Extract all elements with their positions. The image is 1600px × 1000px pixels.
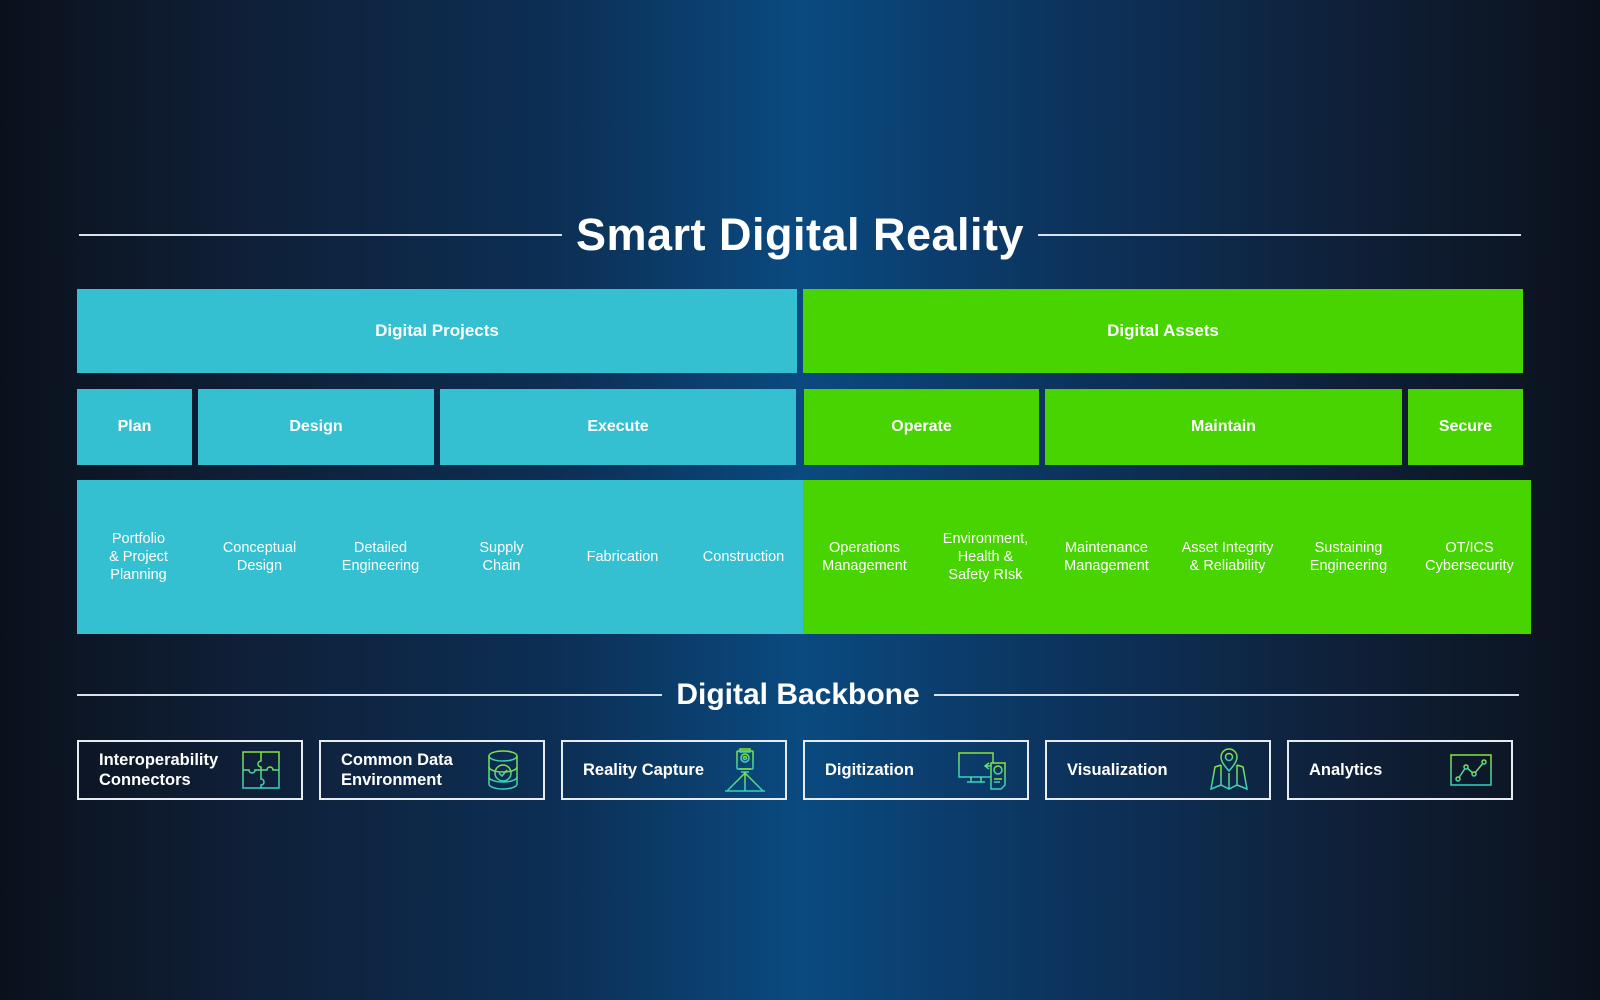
item-asset-integrity-reliability[interactable]: Asset Integrity & Reliability <box>1166 480 1289 634</box>
phase-execute[interactable]: Execute <box>440 389 796 465</box>
phase-secure[interactable]: Secure <box>1408 389 1523 465</box>
phase-operate[interactable]: Operate <box>804 389 1039 465</box>
item-label: Supply Chain <box>479 540 524 574</box>
backbone-item-visualization[interactable]: Visualization <box>1045 740 1271 800</box>
map-pin-icon <box>1210 748 1248 791</box>
item-label: Portfolio & Project Planning <box>109 531 168 583</box>
title-divider-right <box>1038 234 1522 236</box>
item-conceptual-design[interactable]: Conceptual Design <box>198 480 321 634</box>
title-divider-left <box>79 234 562 236</box>
backbone-item-label: Visualization <box>1067 761 1168 779</box>
band-digital-assets[interactable]: Digital Assets <box>803 289 1523 373</box>
item-construction[interactable]: Construction <box>682 480 805 634</box>
item-label: Environment, Health & Safety RIsk <box>942 531 1029 583</box>
database-check-icon <box>488 750 518 790</box>
phase-plan[interactable]: Plan <box>77 389 192 465</box>
backbone-item-label: Interoperability Connectors <box>99 751 219 789</box>
page-title: Smart Digital Reality <box>575 209 1025 260</box>
item-label: Maintenance Management <box>1064 540 1149 574</box>
item-supply-chain[interactable]: Supply Chain <box>440 480 563 634</box>
backbone-title: Digital Backbone <box>676 678 920 711</box>
backbone-divider-right <box>933 694 1520 696</box>
item-fabrication[interactable]: Fabrication <box>561 480 684 634</box>
phase-label: Operate <box>891 418 952 435</box>
backbone-item-interoperability-connectors[interactable]: Interoperability Connectors <box>77 740 303 800</box>
item-label: Construction <box>702 549 785 565</box>
band-digital-projects[interactable]: Digital Projects <box>77 289 797 373</box>
backbone-item-label: Common Data Environment <box>341 751 453 789</box>
item-environment-health-safety-risk[interactable]: Environment, Health & Safety RIsk <box>924 480 1047 634</box>
phase-label: Maintain <box>1191 418 1256 435</box>
phase-label: Plan <box>117 418 152 435</box>
item-label: OT/ICS Cybersecurity <box>1425 540 1514 574</box>
title-row: Smart Digital Reality <box>79 205 1522 265</box>
item-maintenance-management[interactable]: Maintenance Management <box>1045 480 1168 634</box>
phase-label: Execute <box>587 418 649 435</box>
backbone-divider-left <box>77 694 663 696</box>
band-label: Digital Assets <box>1107 321 1219 340</box>
item-label: Sustaining Engineering <box>1309 540 1388 574</box>
item-ot-ics-cybersecurity[interactable]: OT/ICS Cybersecurity <box>1408 480 1531 634</box>
item-label: Conceptual Design <box>222 540 297 574</box>
monitor-document-icon <box>958 752 1006 790</box>
item-label: Fabrication <box>586 549 659 565</box>
puzzle-icon <box>242 751 280 789</box>
phase-design[interactable]: Design <box>198 389 434 465</box>
item-portfolio-project-planning[interactable]: Portfolio & Project Planning <box>77 480 200 634</box>
item-label: Detailed Engineering <box>341 540 420 574</box>
item-sustaining-engineering[interactable]: Sustaining Engineering <box>1287 480 1410 634</box>
laser-scanner-tripod-icon <box>725 748 765 792</box>
phase-maintain[interactable]: Maintain <box>1045 389 1402 465</box>
backbone-item-label: Digitization <box>825 761 914 779</box>
backbone-item-digitization[interactable]: Digitization <box>803 740 1029 800</box>
item-label: Asset Integrity & Reliability <box>1181 540 1274 574</box>
band-label: Digital Projects <box>375 321 499 340</box>
backbone-item-analytics[interactable]: Analytics <box>1287 740 1513 800</box>
item-label: Operations Management <box>822 540 907 574</box>
phase-label: Secure <box>1438 418 1493 435</box>
line-chart-icon <box>1450 754 1492 786</box>
backbone-item-label: Reality Capture <box>583 761 705 779</box>
phase-label: Design <box>289 418 343 435</box>
backbone-item-label: Analytics <box>1309 761 1383 779</box>
item-detailed-engineering[interactable]: Detailed Engineering <box>319 480 442 634</box>
backbone-item-common-data-environment[interactable]: Common Data Environment <box>319 740 545 800</box>
backbone-title-row: Digital Backbone <box>77 670 1520 720</box>
item-operations-management[interactable]: Operations Management <box>803 480 926 634</box>
backbone-item-reality-capture[interactable]: Reality Capture <box>561 740 787 800</box>
